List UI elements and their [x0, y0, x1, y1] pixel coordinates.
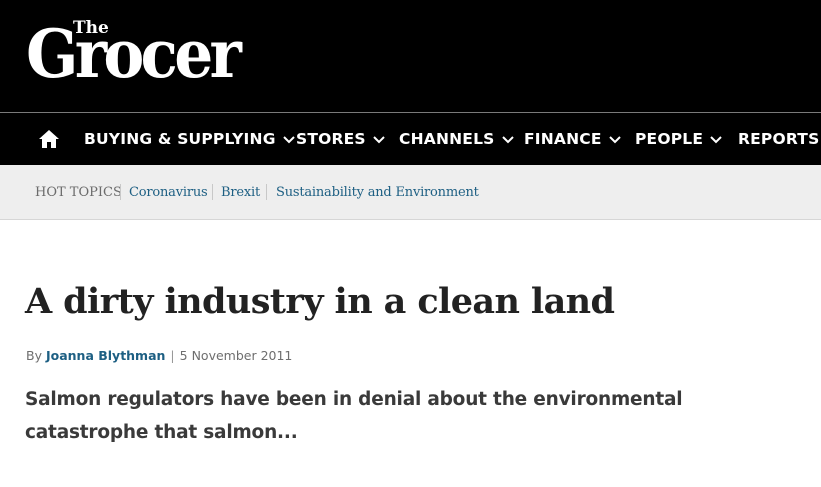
hot-topic-coronavirus[interactable]: Coronavirus	[129, 165, 208, 220]
nav-item-channels[interactable]: CHANNELS	[399, 113, 514, 165]
logo-wordmark: Grocer	[26, 15, 242, 93]
nav-item-label: FINANCE	[524, 130, 602, 148]
nav-item-people[interactable]: PEOPLE	[635, 113, 722, 165]
nav-item-label: STORES	[296, 130, 366, 148]
chevron-down-icon	[373, 135, 385, 143]
chevron-down-icon	[608, 135, 621, 143]
author-link[interactable]: Joanna Blythman	[46, 348, 165, 363]
article-headline: A dirty industry in a clean land	[25, 281, 615, 322]
chevron-down-icon	[501, 135, 514, 143]
article-standfirst: Salmon regulators have been in denial ab…	[25, 389, 683, 443]
hot-topic-sustainability[interactable]: Sustainability and Environment	[276, 165, 479, 220]
hot-topic-brexit[interactable]: Brexit	[221, 165, 260, 220]
divider	[266, 184, 267, 200]
article-date: 5 November 2011	[179, 348, 293, 363]
nav-item-label: REPORTS	[738, 130, 820, 148]
chevron-down-icon	[282, 135, 295, 143]
nav-item-label: PEOPLE	[635, 130, 704, 148]
nav-item-label: BUYING & SUPPLYING	[84, 130, 276, 148]
article-byline: By Joanna Blythman | 5 November 2011	[26, 348, 292, 363]
hot-topics-bar: HOT TOPICS Coronavirus Brexit Sustainabi…	[0, 165, 821, 220]
nav-item-buying-supplying[interactable]: BUYING & SUPPLYING	[84, 113, 295, 165]
home-icon[interactable]	[38, 128, 60, 150]
hot-topics-label: HOT TOPICS	[35, 185, 122, 200]
chevron-down-icon	[710, 135, 722, 143]
nav-item-reports[interactable]: REPORTS	[738, 113, 821, 165]
byline-prefix: By	[26, 348, 42, 363]
main-navigation: BUYING & SUPPLYING STORES CHANNELS FINAN…	[0, 112, 821, 165]
divider	[212, 184, 213, 200]
nav-item-stores[interactable]: STORES	[296, 113, 385, 165]
nav-item-label: CHANNELS	[399, 130, 495, 148]
nav-item-finance[interactable]: FINANCE	[524, 113, 621, 165]
masthead: The Grocer	[0, 0, 821, 112]
divider	[120, 184, 121, 200]
byline-divider: |	[170, 348, 175, 363]
